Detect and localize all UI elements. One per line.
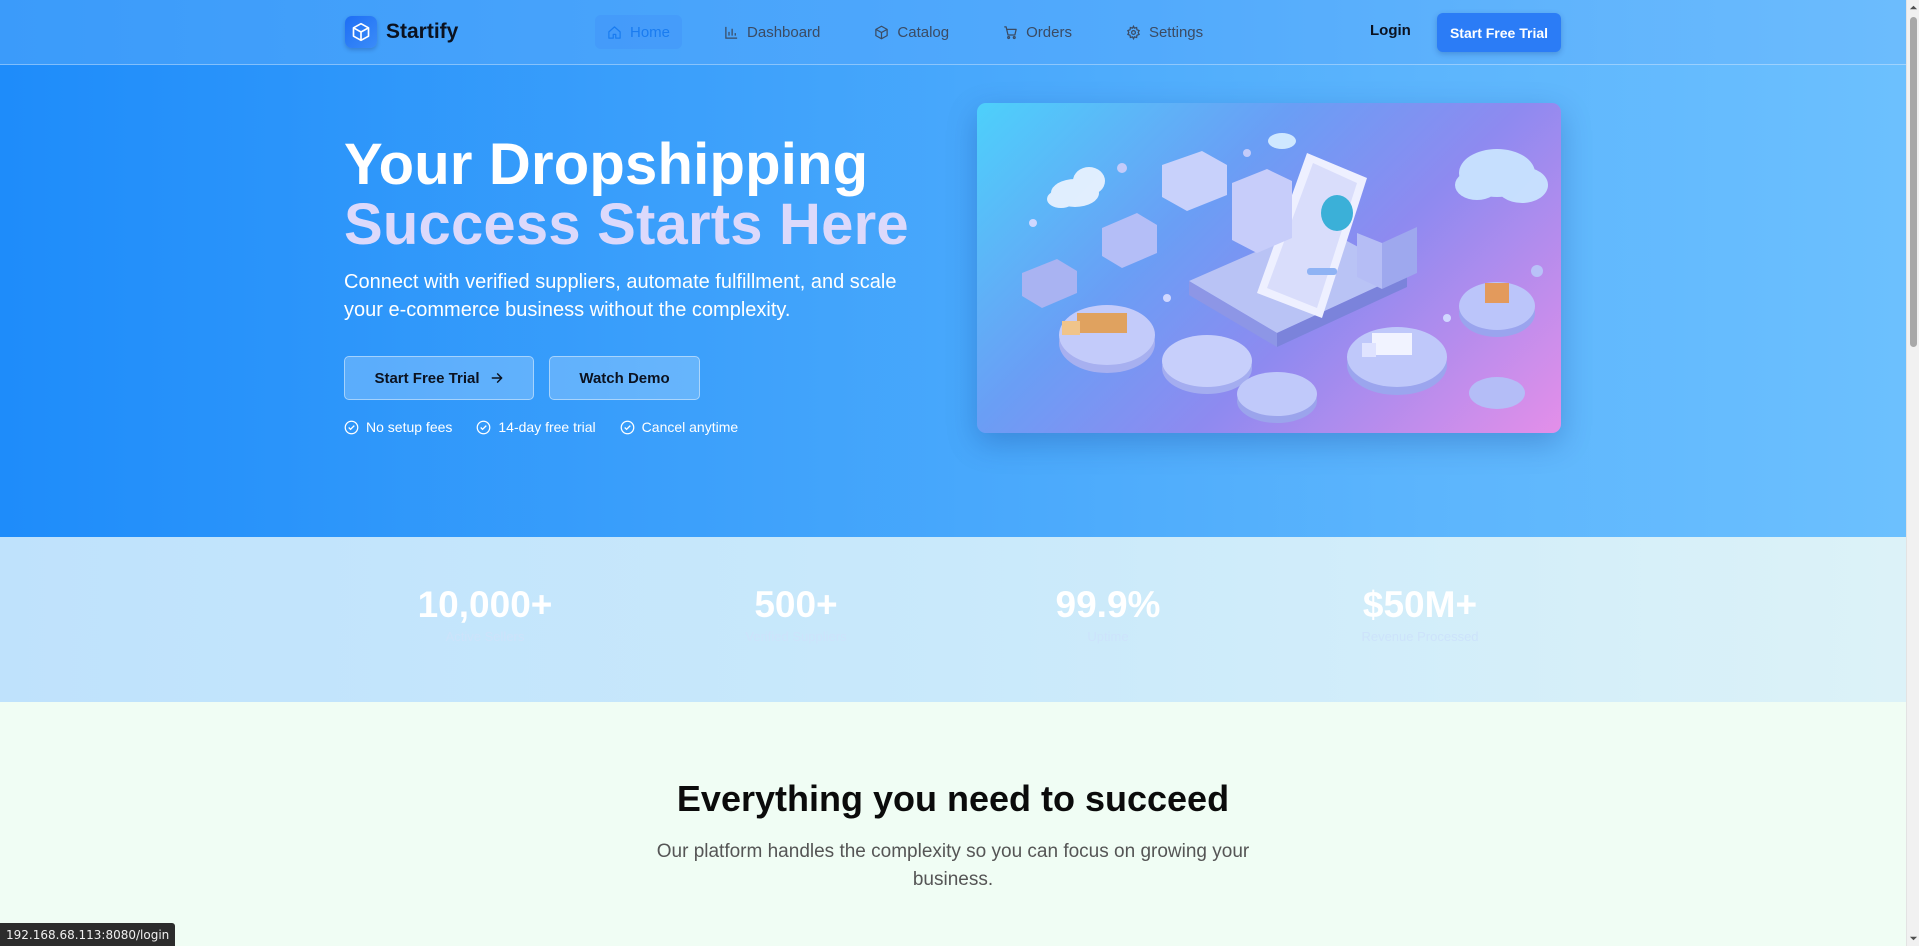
scroll-up-arrow-icon[interactable] [1909, 3, 1918, 12]
nav-item-catalog[interactable]: Catalog [862, 15, 961, 49]
nav-item-label: Dashboard [747, 23, 821, 41]
nav-item-orders[interactable]: Orders [991, 15, 1084, 49]
stat-item: $50M+ Revenue Processed [1320, 584, 1520, 645]
cloud-icon [1047, 167, 1105, 208]
benefit-label: No setup fees [366, 419, 453, 435]
hero-title-line2: Success Starts Here [344, 192, 909, 257]
check-circle-icon [620, 420, 635, 434]
nav-item-home[interactable]: Home [595, 15, 683, 49]
hero-illustration [977, 103, 1561, 433]
benefit-label: 14-day free trial [498, 419, 596, 435]
page-scrollbar[interactable] [1906, 0, 1919, 946]
gear-icon [1126, 24, 1140, 40]
hero-subtitle: Connect with verified suppliers, automat… [344, 271, 897, 321]
box-icon [875, 25, 889, 39]
scrollbar-thumb[interactable] [1910, 17, 1917, 347]
nav-item-label: Orders [1026, 23, 1072, 41]
hero-section: Your Dropshipping Success Starts Here Co… [0, 65, 1906, 537]
stat-value: 500+ [754, 584, 838, 625]
start-free-trial-button[interactable]: Start Free Trial [344, 356, 534, 400]
scroll-down-arrow-icon[interactable] [1909, 934, 1918, 943]
nav-item-label: Catalog [897, 23, 950, 41]
watch-demo-button[interactable]: Watch Demo [549, 356, 700, 400]
arrow-right-icon [491, 373, 502, 383]
nav-item-label: Settings [1148, 23, 1204, 41]
stat-item: 500+ Verified Suppliers [696, 584, 896, 645]
brand-name: Startify [386, 20, 459, 43]
hero-title-line1: Your Dropshipping [344, 132, 869, 197]
hero-title: Your Dropshipping Success Starts Here [344, 135, 984, 255]
start-free-trial-button-header[interactable]: Start Free Trial [1437, 13, 1561, 52]
features-title: Everything you need to succeed [676, 778, 1230, 819]
main-nav: Home Dashboard Catalog Orders Settings [595, 15, 1245, 49]
benefit-item: No setup fees [344, 419, 452, 435]
login-link[interactable]: Login [1370, 22, 1411, 39]
stat-label: Active Sellers [445, 629, 525, 644]
check-circle-icon [344, 420, 359, 434]
stat-item: 99.9% Uptime [1008, 584, 1208, 645]
stat-label: Revenue Processed [1361, 629, 1479, 644]
start-free-trial-label: Start Free Trial [374, 369, 480, 387]
home-icon [608, 25, 621, 39]
nav-item-settings[interactable]: Settings [1114, 15, 1215, 49]
page: Startify Home Dashboard Catalog Orders S… [0, 0, 1906, 946]
benefit-label: Cancel anytime [641, 419, 739, 435]
nav-item-dashboard[interactable]: Dashboard [712, 15, 832, 49]
stat-label: Uptime [1087, 629, 1129, 644]
cube-logo-icon [345, 16, 377, 48]
cloud-icon [1455, 149, 1548, 203]
benefit-item: 14-day free trial [476, 419, 596, 435]
stat-item: 10,000+ Active Sellers [385, 584, 585, 645]
benefit-item: Cancel anytime [620, 419, 739, 435]
check-circle-icon [477, 420, 491, 434]
features-subtitle: Our platform handles the complexity so y… [656, 841, 1250, 890]
hero-benefits: No setup fees 14-day free trial Cancel a… [344, 419, 738, 435]
stat-value: $50M+ [1362, 584, 1478, 625]
stat-value: 10,000+ [417, 584, 553, 625]
top-nav-bar: Startify Home Dashboard Catalog Orders S… [0, 0, 1906, 65]
link-status-bar: 192.168.68.113:8080/login [0, 923, 176, 946]
nav-item-label: Home [630, 23, 671, 41]
stat-label: Verified Suppliers [745, 629, 847, 644]
bar-chart-icon [725, 26, 738, 39]
stat-value: 99.9% [1055, 584, 1161, 625]
brand-logo[interactable]: Startify [345, 16, 458, 48]
cart-icon [1004, 25, 1017, 39]
stats-section: 10,000+ Active Sellers 500+ Verified Sup… [0, 537, 1906, 702]
